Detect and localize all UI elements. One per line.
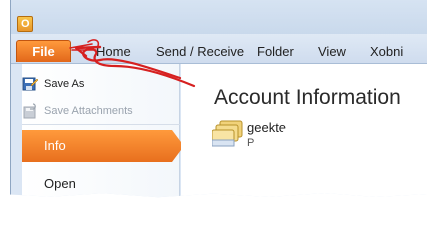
torn-edge-mask	[280, 116, 340, 156]
save-as-label: Save As	[44, 78, 85, 90]
title-bar	[11, 0, 427, 34]
tab-view[interactable]: View	[318, 44, 346, 59]
outlook-window: O File Home Send / Receive Folder View X…	[0, 0, 427, 198]
save-attachments-icon	[23, 103, 36, 119]
account-folders-icon[interactable]	[212, 118, 246, 148]
save-as-icon	[22, 77, 38, 91]
outlook-app-icon[interactable]: O	[17, 16, 33, 32]
tab-xobni[interactable]: Xobni	[370, 44, 403, 59]
app-icon-glyph: O	[21, 18, 30, 30]
tab-home[interactable]: Home	[96, 44, 131, 59]
account-type: P	[247, 137, 255, 149]
tab-folder[interactable]: Folder	[257, 44, 294, 59]
tab-file[interactable]: File	[16, 40, 71, 62]
save-attachments-label: Save Attachments	[44, 105, 133, 117]
nav-divider	[22, 124, 180, 125]
nav-item-open[interactable]: Open	[44, 176, 76, 191]
tab-send-receive[interactable]: Send / Receive	[156, 44, 244, 59]
page-title: Account Information	[214, 86, 401, 109]
account-name[interactable]: geekte	[247, 120, 286, 135]
nav-item-info[interactable]: Info	[22, 130, 184, 162]
